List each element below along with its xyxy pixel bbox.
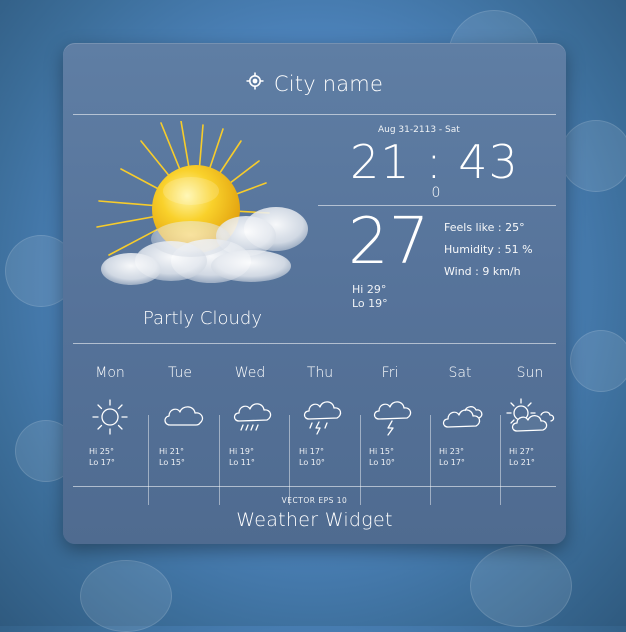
forecast-hi-lo: Hi 19° Lo 11° (229, 446, 255, 468)
forecast-day-mon[interactable]: Mon Hi 25° Lo 17° (75, 345, 145, 475)
forecast-day-name: Mon (95, 365, 125, 381)
forecast-day-sat[interactable]: Sat Hi 23° Lo 17° (425, 345, 495, 475)
forecast-lo: Lo 10° (369, 458, 395, 467)
sun-cloud-icon (91, 120, 311, 296)
rain-cloud-icon (230, 397, 272, 437)
sun-cloud-outline-icon (503, 397, 557, 437)
feels-like: Feels like : 25° (444, 221, 525, 234)
forecast-lo: Lo 21° (509, 458, 535, 467)
forecast-lo: Lo 17° (89, 458, 115, 467)
forecast-hi-lo: Hi 23° Lo 17° (439, 446, 465, 468)
current-hi: Hi 29° (352, 283, 387, 296)
cloudy-icon (440, 397, 483, 437)
current-temperature: 270 (348, 186, 440, 274)
weather-details: Feels like : 25° Humidity : 51 % Wind : … (444, 217, 533, 283)
forecast-day-wed[interactable]: Wed Hi 19° Lo 11° (215, 345, 285, 475)
forecast-hi-lo: Hi 25° Lo 17° (89, 446, 115, 468)
forecast-hi-lo: Hi 21° Lo 15° (159, 446, 185, 468)
forecast-lo: Lo 17° (439, 458, 465, 467)
forecast-lo: Lo 15° (159, 458, 185, 467)
forecast-day-name: Wed (234, 365, 266, 381)
bokeh-circle (80, 560, 172, 632)
forecast-hi: Hi 15° (369, 447, 394, 456)
forecast-hi: Hi 27° (509, 447, 534, 456)
clock-time: 21 : 43 (350, 135, 519, 189)
forecast-row: Mon Hi 25° Lo 17° Tue Hi 21° Lo 15° Wed … (75, 345, 555, 505)
weather-widget: City name Aug 31-2113 - Sat 21: 43 270 … (63, 43, 566, 544)
forecast-hi: Hi 17° (299, 447, 324, 456)
current-hi-lo: Hi 29° Lo 19° (352, 283, 388, 311)
forecast-hi: Hi 23° (439, 447, 464, 456)
forecast-day-tue[interactable]: Tue Hi 21° Lo 15° (145, 345, 215, 475)
forecast-day-name: Thu (306, 365, 334, 381)
bokeh-circle (470, 545, 572, 627)
footer-title: Weather Widget (236, 509, 393, 531)
forecast-day-name: Sun (516, 365, 544, 381)
storm-cloud-icon (300, 397, 342, 437)
forecast-day-fri[interactable]: Fri Hi 15° Lo 10° (355, 345, 425, 475)
forecast-hi: Hi 19° (229, 447, 254, 456)
date-label: Aug 31-2113 - Sat (378, 125, 460, 135)
current-lo: Lo 19° (352, 297, 388, 310)
forecast-hi-lo: Hi 27° Lo 21° (509, 446, 535, 468)
forecast-lo: Lo 10° (299, 458, 325, 467)
wind: Wind : 9 km/h (444, 265, 521, 278)
temperature-value: 27 (348, 205, 430, 279)
location-target-icon (246, 71, 264, 95)
forecast-day-sun[interactable]: Sun Hi 27° Lo 21° (495, 345, 565, 475)
forecast-hi: Hi 21° (159, 447, 184, 456)
footer-caption: VECTOR EPS 10 (281, 496, 348, 505)
sun-icon (90, 397, 130, 437)
forecast-day-name: Sat (448, 365, 472, 381)
city-selector[interactable]: City name (63, 71, 566, 96)
humidity: Humidity : 51 % (444, 243, 533, 256)
forecast-hi-lo: Hi 17° Lo 10° (299, 446, 325, 468)
forecast-day-name: Tue (168, 365, 192, 381)
city-name: City name (273, 72, 384, 96)
forecast-lo: Lo 11° (229, 458, 255, 467)
header: City name (63, 43, 566, 115)
forecast-hi: Hi 25° (89, 447, 114, 456)
cloud-icon (160, 397, 204, 437)
forecast-hi-lo: Hi 15° Lo 10° (369, 446, 395, 468)
bokeh-circle (560, 120, 626, 192)
condition-label: Partly Cloudy (143, 308, 262, 329)
bokeh-circle (570, 330, 626, 392)
forecast-day-name: Fri (381, 365, 399, 381)
lightning-cloud-icon (370, 397, 412, 437)
divider (73, 114, 556, 115)
degree-symbol: 0 (431, 184, 441, 201)
divider (73, 343, 556, 344)
forecast-day-thu[interactable]: Thu Hi 17° Lo 10° (285, 345, 355, 475)
divider (73, 486, 556, 487)
